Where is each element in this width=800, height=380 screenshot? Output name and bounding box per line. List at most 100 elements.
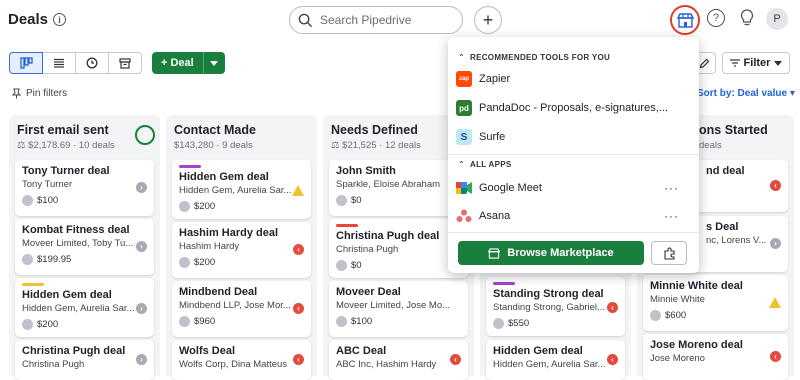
- warning-icon[interactable]: [769, 297, 781, 308]
- activity-status-icon[interactable]: ›: [136, 303, 147, 314]
- deal-card[interactable]: Hashim Hardy deal Hashim Hardy $200 ‹: [172, 222, 311, 278]
- chevron-up-icon[interactable]: ⌃: [458, 53, 465, 62]
- activity-status-icon[interactable]: ›: [136, 182, 147, 193]
- pin-filters-button[interactable]: Pin filters: [12, 88, 67, 99]
- deal-contact: Tony Turner: [22, 179, 73, 190]
- marketplace-button[interactable]: [670, 5, 700, 35]
- deal-card[interactable]: ABC Deal ABC Inc, Hashim Hardy ‹: [329, 340, 468, 380]
- label-bar: [336, 224, 358, 227]
- chevron-down-icon: [774, 60, 783, 66]
- app-item-zapier[interactable]: zap Zapier: [456, 69, 691, 89]
- manage-apps-button[interactable]: [651, 241, 687, 265]
- deal-value: $0: [351, 260, 362, 271]
- person-icon: [650, 310, 661, 321]
- overdue-activity-icon[interactable]: ‹: [770, 351, 781, 362]
- deal-card[interactable]: Hidden Gem deal Hidden Gem, Aurelia Sar.…: [486, 340, 625, 380]
- more-options-icon[interactable]: ···: [664, 181, 679, 195]
- all-apps-section-heading: ⌃ ALL APPS: [458, 160, 512, 169]
- person-icon: [22, 319, 33, 330]
- deal-title: Hidden Gem deal: [493, 345, 583, 357]
- person-icon: [336, 260, 347, 271]
- deal-card[interactable]: Moveer Deal Moveer Limited, Jose Mo... $…: [329, 281, 468, 337]
- deal-contact: Christina Pugh: [22, 359, 85, 370]
- app-name: Google Meet: [479, 182, 542, 194]
- app-item-surfe[interactable]: S Surfe: [456, 127, 691, 147]
- add-deal-button[interactable]: + Deal: [152, 52, 203, 74]
- deal-card[interactable]: Mindbend Deal Mindbend LLP, Jose Mor... …: [172, 281, 311, 337]
- browse-marketplace-button[interactable]: Browse Marketplace: [458, 241, 644, 265]
- search-input[interactable]: Search Pipedrive: [289, 6, 463, 34]
- deal-card[interactable]: Hidden Gem deal Hidden Gem, Aurelia Sar.…: [15, 278, 154, 337]
- chevron-up-icon[interactable]: ⌃: [458, 160, 465, 169]
- overdue-activity-icon[interactable]: ‹: [450, 354, 461, 365]
- avatar[interactable]: P: [766, 8, 788, 30]
- pipeline-stage-column: Contact Made $143,280 · 9 deals Hidden G…: [166, 115, 317, 380]
- google-meet-logo-icon: [456, 180, 472, 196]
- deal-title: Jose Moreno deal: [650, 339, 743, 351]
- kanban-icon: [19, 57, 33, 69]
- quick-add-button[interactable]: +: [474, 6, 502, 34]
- deal-title: Kombat Fitness deal: [22, 224, 130, 236]
- filter-button[interactable]: Filter: [722, 52, 790, 74]
- sort-by-dropdown[interactable]: Sort by: Deal value ▾: [697, 88, 795, 99]
- overdue-activity-icon[interactable]: ‹: [607, 302, 618, 313]
- add-activity-ring[interactable]: [135, 125, 155, 145]
- overdue-activity-icon[interactable]: ‹: [293, 303, 304, 314]
- overdue-activity-icon[interactable]: ‹: [770, 180, 781, 191]
- deal-contact: Hashim Hardy: [179, 241, 240, 252]
- deal-value-row: $600: [650, 310, 781, 321]
- deal-card[interactable]: Kombat Fitness deal Moveer Limited, Toby…: [15, 219, 154, 275]
- warning-icon[interactable]: [292, 185, 304, 196]
- overdue-activity-icon[interactable]: ‹: [293, 354, 304, 365]
- overdue-activity-icon[interactable]: ‹: [607, 354, 618, 365]
- deal-value-row: $200: [22, 319, 147, 330]
- app-item-asana[interactable]: Asana ···: [456, 206, 691, 226]
- deal-title: Standing Strong deal: [493, 288, 604, 300]
- deal-value: $100: [37, 195, 59, 206]
- help-icon[interactable]: ?: [707, 9, 725, 27]
- page-title: Deals i: [8, 11, 67, 28]
- activity-status-icon[interactable]: ›: [136, 241, 147, 252]
- activity-status-icon[interactable]: ›: [770, 238, 781, 249]
- chevron-down-icon: ▾: [789, 88, 795, 99]
- app-item-pandadoc[interactable]: pd PandaDoc - Proposals, e-signatures,..…: [456, 98, 691, 118]
- stage-value: $143,280: [174, 140, 214, 151]
- search-placeholder: Search Pipedrive: [320, 13, 412, 27]
- deal-card[interactable]: Christina Pugh deal Christina Pugh ›: [15, 340, 154, 380]
- deal-title: Tony Turner deal: [22, 165, 110, 177]
- pencil-icon: [699, 58, 709, 68]
- stage-count: 12 deals: [384, 140, 421, 151]
- deal-value: $550: [508, 318, 530, 329]
- archive-view-button[interactable]: [108, 52, 142, 74]
- scale-icon: ⚖: [331, 140, 340, 151]
- zapier-logo-icon: zap: [456, 71, 472, 87]
- deal-card[interactable]: Tony Turner deal Tony Turner $100 ›: [15, 160, 154, 216]
- overdue-activity-icon[interactable]: ‹: [293, 244, 304, 255]
- deal-card[interactable]: Jose Moreno deal Jose Moreno ‹: [643, 334, 788, 380]
- stage-title: Needs Defined: [331, 123, 418, 137]
- app-item-google-meet[interactable]: Google Meet ···: [456, 178, 691, 198]
- forecast-view-button[interactable]: [75, 52, 109, 74]
- info-icon[interactable]: i: [53, 13, 67, 26]
- app-name: PandaDoc - Proposals, e-signatures,...: [479, 102, 668, 114]
- deal-value: $0: [351, 195, 362, 206]
- filter-label: Filter: [743, 57, 771, 69]
- deal-contact: Hidden Gem, Aurelia Sar...: [179, 185, 292, 196]
- stage-count: 10 deals: [78, 140, 115, 151]
- lightbulb-icon[interactable]: [738, 8, 756, 28]
- stage-title: ons Started: [699, 123, 768, 137]
- deal-value-row: $200: [179, 201, 304, 212]
- deal-card[interactable]: Minnie White deal Minnie White $600: [643, 275, 788, 331]
- activity-status-icon[interactable]: ›: [136, 354, 147, 365]
- deal-card[interactable]: Wolfs Deal Wolfs Corp, Dina Matteus ‹: [172, 340, 311, 380]
- recommended-heading: RECOMMENDED TOOLS FOR YOU: [470, 53, 611, 62]
- more-options-icon[interactable]: ···: [664, 209, 679, 223]
- deal-value-row: $100: [336, 316, 461, 327]
- list-view-button[interactable]: [42, 52, 76, 74]
- deal-title: Christina Pugh deal: [22, 345, 126, 357]
- scale-icon: ⚖: [17, 140, 26, 151]
- deal-card[interactable]: Standing Strong deal Standing Strong, Ga…: [486, 277, 625, 336]
- deal-card[interactable]: Hidden Gem deal Hidden Gem, Aurelia Sar.…: [172, 160, 311, 219]
- pipeline-view-button[interactable]: [9, 52, 43, 74]
- add-deal-options-button[interactable]: [202, 52, 225, 74]
